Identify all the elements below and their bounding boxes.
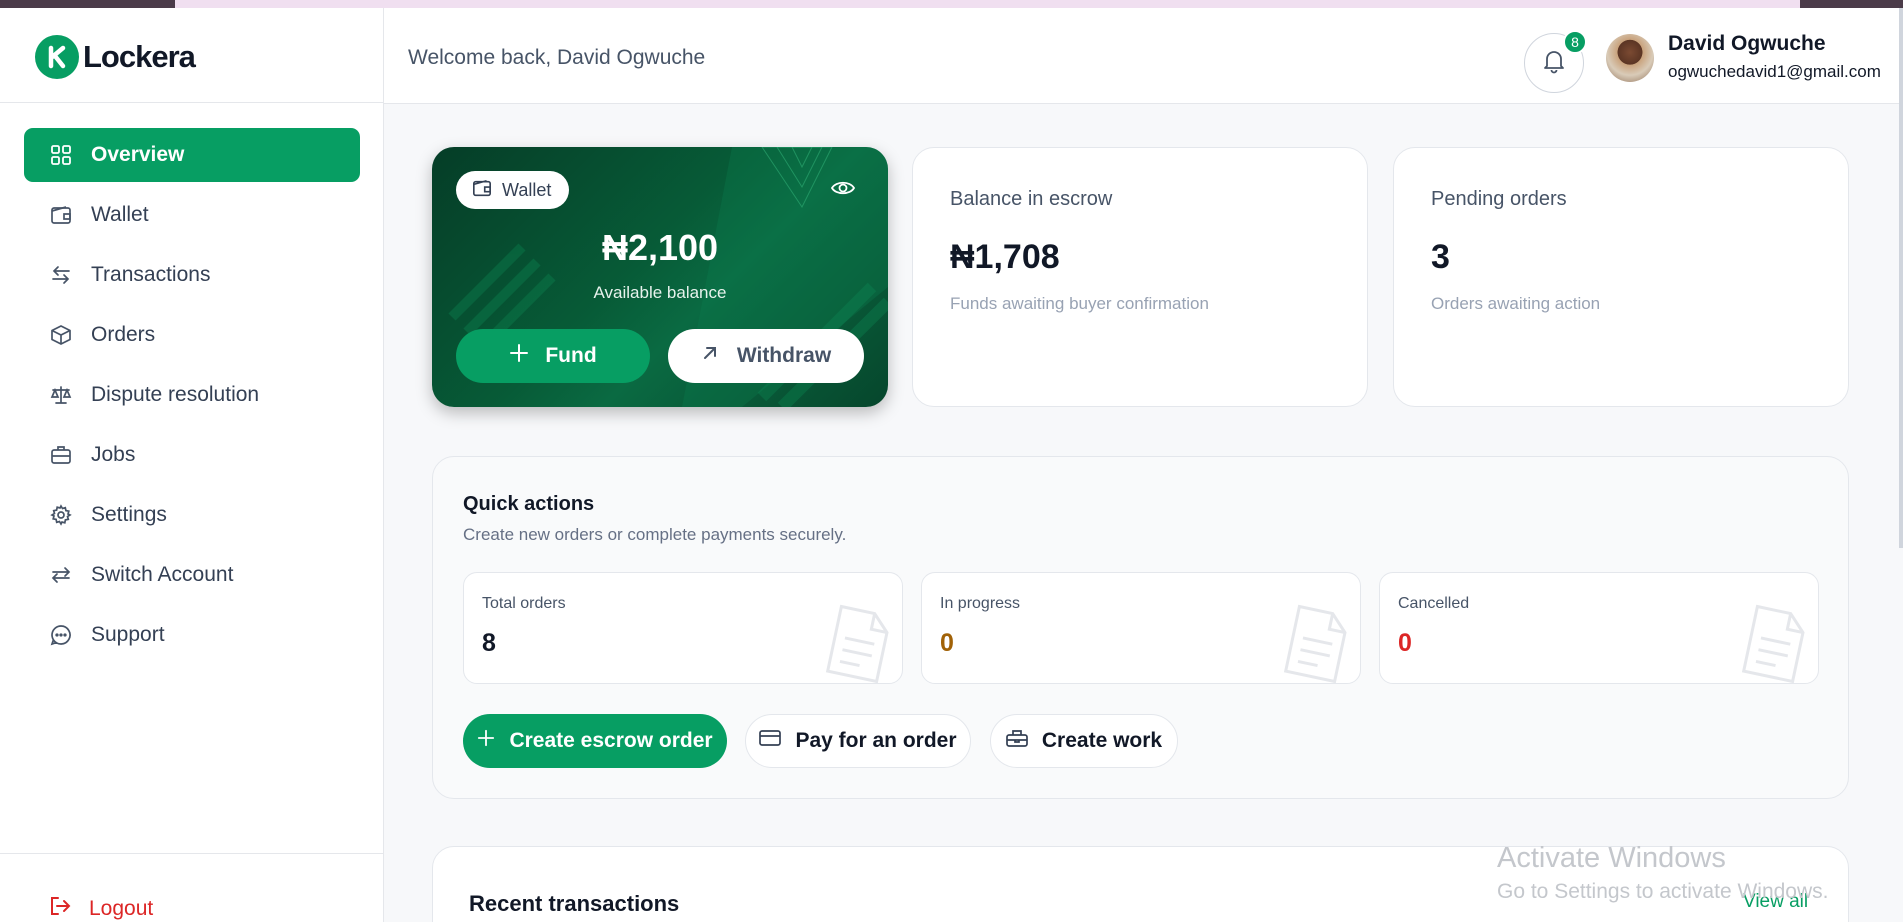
eye-icon[interactable] xyxy=(830,175,856,206)
activate-windows-subtitle: Go to Settings to activate Windows. xyxy=(1497,880,1829,903)
sidebar-item-label: Settings xyxy=(91,503,167,526)
create-work-button[interactable]: Create work xyxy=(990,714,1178,768)
mini-card-label: Total orders xyxy=(482,595,566,612)
window-top-strip xyxy=(0,0,1903,8)
chat-icon xyxy=(48,622,74,648)
arrow-up-right-icon xyxy=(701,344,719,368)
grid-icon xyxy=(48,142,74,168)
app-logo[interactable]: Lockera xyxy=(35,34,196,80)
withdraw-button[interactable]: Withdraw xyxy=(668,329,864,383)
bell-icon xyxy=(1541,48,1567,79)
user-email: ogwuchedavid1@gmail.com xyxy=(1668,62,1881,81)
withdraw-label: Withdraw xyxy=(736,344,832,367)
stat-subtext: Funds awaiting buyer confirmation xyxy=(950,294,1209,313)
cancelled-card[interactable]: Cancelled 0 xyxy=(1379,572,1819,684)
sidebar-item-label: Orders xyxy=(91,323,156,346)
briefcase-icon xyxy=(48,442,74,468)
create-work-label: Create work xyxy=(1041,729,1163,752)
escrow-balance-card: Balance in escrow ₦1,708 Funds awaiting … xyxy=(912,147,1368,407)
sidebar-item-label: Dispute resolution xyxy=(91,383,260,406)
logout-button[interactable]: Logout xyxy=(48,894,153,922)
mini-card-label: In progress xyxy=(940,595,1021,612)
sidebar-item-overview[interactable]: Overview xyxy=(24,128,360,182)
fund-button[interactable]: Fund xyxy=(456,329,650,383)
mini-card-value: 0 xyxy=(940,629,954,657)
sidebar-item-wallet[interactable]: Wallet xyxy=(24,188,360,242)
stat-label: Balance in escrow xyxy=(950,188,1113,210)
sidebar-item-label: Support xyxy=(91,623,165,646)
wallet-card: Wallet ₦2,100 Available balance Fund Wit… xyxy=(432,147,888,407)
logout-label: Logout xyxy=(89,897,154,920)
document-icon xyxy=(1741,604,1806,683)
activate-windows-title: Activate Windows xyxy=(1497,842,1726,874)
welcome-message: Welcome back, David Ogwuche xyxy=(408,46,706,69)
app-name: Lockera xyxy=(83,39,196,74)
wallet-pill: Wallet xyxy=(456,171,570,209)
document-icon xyxy=(1283,604,1348,683)
scale-icon xyxy=(48,382,74,408)
in-progress-card[interactable]: In progress 0 xyxy=(921,572,1361,684)
sidebar-item-label: Jobs xyxy=(91,443,136,466)
sidebar: Lockera Overview Wallet Transactions Ord… xyxy=(0,8,384,922)
avatar[interactable] xyxy=(1606,34,1654,82)
sidebar-item-label: Wallet xyxy=(91,203,149,226)
page-scrollbar[interactable] xyxy=(1899,8,1903,548)
mini-card-value: 0 xyxy=(1398,629,1412,657)
sidebar-item-jobs[interactable]: Jobs xyxy=(24,428,360,482)
create-escrow-order-label: Create escrow order xyxy=(509,729,713,752)
recent-transactions-title: Recent transactions xyxy=(469,891,680,916)
stat-value: ₦1,708 xyxy=(950,238,1060,276)
box-icon xyxy=(48,322,74,348)
plus-icon xyxy=(477,729,495,753)
wallet-pill-label: Wallet xyxy=(502,179,552,200)
wallet-icon xyxy=(472,178,492,203)
notifications-button[interactable]: 8 xyxy=(1524,30,1587,93)
mini-card-value: 8 xyxy=(482,629,496,657)
pending-orders-card: Pending orders 3 Orders awaiting action xyxy=(1393,147,1849,407)
gear-icon xyxy=(48,502,74,528)
logo-mark-icon xyxy=(35,35,79,79)
sidebar-item-label: Overview xyxy=(91,143,185,166)
sidebar-item-settings[interactable]: Settings xyxy=(24,488,360,542)
sidebar-item-transactions[interactable]: Transactions xyxy=(24,248,360,302)
quick-actions-title: Quick actions xyxy=(463,493,595,515)
sidebar-item-support[interactable]: Support xyxy=(24,608,360,662)
sidebar-item-orders[interactable]: Orders xyxy=(24,308,360,362)
credit-card-icon xyxy=(759,729,782,753)
plus-icon xyxy=(509,343,529,369)
sidebar-bottom-divider xyxy=(0,853,384,854)
mini-card-label: Cancelled xyxy=(1398,595,1470,612)
arrows-exchange-icon xyxy=(48,262,74,288)
stat-subtext: Orders awaiting action xyxy=(1431,294,1601,313)
stat-value: 3 xyxy=(1431,238,1450,276)
notification-count-badge: 8 xyxy=(1563,30,1587,54)
pay-for-order-label: Pay for an order xyxy=(795,729,957,752)
total-orders-card[interactable]: Total orders 8 xyxy=(463,572,903,684)
sidebar-nav: Overview Wallet Transactions Orders Disp… xyxy=(24,128,360,668)
sidebar-item-switch-account[interactable]: Switch Account xyxy=(24,548,360,602)
sidebar-divider xyxy=(0,102,384,103)
wallet-balance: ₦2,100 xyxy=(601,227,719,268)
fund-label: Fund xyxy=(545,344,597,367)
wallet-icon xyxy=(48,202,74,228)
toolbox-icon xyxy=(1006,728,1028,754)
pay-for-order-button[interactable]: Pay for an order xyxy=(745,714,971,768)
user-name: David Ogwuche xyxy=(1668,32,1826,55)
quick-actions-panel: Quick actions Create new orders or compl… xyxy=(432,456,1849,799)
logout-icon xyxy=(48,894,72,922)
sidebar-item-dispute-resolution[interactable]: Dispute resolution xyxy=(24,368,360,422)
switch-icon xyxy=(48,562,74,588)
quick-actions-subtitle: Create new orders or complete payments s… xyxy=(463,525,847,544)
create-escrow-order-button[interactable]: Create escrow order xyxy=(463,714,727,768)
top-header: Welcome back, David Ogwuche 8 David Ogwu… xyxy=(384,8,1903,104)
stat-label: Pending orders xyxy=(1431,188,1567,210)
wallet-balance-label: Available balance xyxy=(593,283,727,302)
document-icon xyxy=(825,604,890,683)
sidebar-item-label: Transactions xyxy=(91,263,211,286)
sidebar-item-label: Switch Account xyxy=(91,563,234,586)
